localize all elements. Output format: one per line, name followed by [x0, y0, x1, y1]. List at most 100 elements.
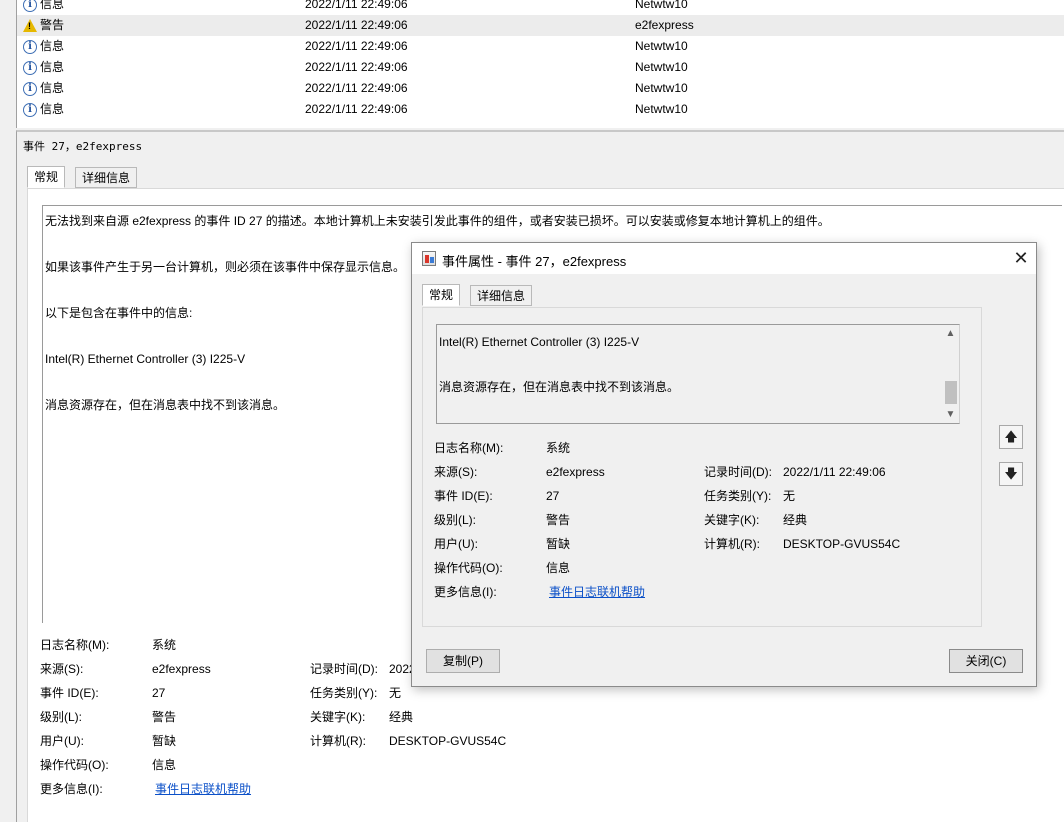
date-cell: 2022/1/11 22:49:06: [305, 102, 408, 116]
log-name-value: 系统: [152, 638, 177, 652]
arrow-up-icon: 🡅: [1004, 429, 1018, 444]
next-event-button[interactable]: 🡇: [999, 462, 1023, 486]
dialog-general-panel: Intel(R) Ethernet Controller (3) I225-V …: [422, 307, 982, 627]
dialog-titlebar[interactable]: 事件属性 - 事件 27，e2fexpress ✕: [412, 243, 1036, 274]
source-value: e2fexpress: [152, 662, 211, 676]
previous-event-button[interactable]: 🡅: [999, 425, 1023, 449]
log-name-label: 日志名称(M):: [40, 638, 110, 652]
task-label: 任务类别(Y):: [310, 686, 378, 700]
keywords-label: 关键字(K):: [310, 710, 366, 724]
scroll-thumb[interactable]: [945, 381, 957, 404]
date-cell: 2022/1/11 22:49:06: [305, 60, 408, 74]
dialog-user-value[interactable]: 暂缺: [546, 534, 570, 554]
user-value: 暂缺: [152, 734, 177, 748]
event-viewer-icon: [422, 251, 436, 266]
info-icon: i: [23, 39, 37, 54]
dialog-title: 事件属性 - 事件 27，e2fexpress: [442, 254, 627, 269]
online-help-link[interactable]: 事件日志联机帮助: [155, 779, 251, 799]
dialog-logged-label: 记录时间(D):: [704, 465, 772, 479]
dialog-level-label: 级别(L):: [434, 513, 477, 527]
event-row[interactable]: i 信息 2022/1/11 22:49:06 Netwtw10: [17, 0, 1064, 15]
source-label: 来源(S):: [40, 662, 84, 676]
dialog-log-name-label: 日志名称(M):: [434, 441, 504, 455]
level-value: 警告: [152, 710, 177, 724]
close-button[interactable]: 关闭(C): [949, 649, 1023, 673]
tab-general[interactable]: 常规: [27, 166, 66, 188]
info-icon: i: [23, 60, 37, 75]
level-text: 信息: [40, 60, 65, 74]
event-id-label: 事件 ID(E):: [40, 686, 99, 700]
dialog-tab-details[interactable]: 详细信息: [470, 285, 533, 306]
date-cell: 2022/1/11 22:49:06: [305, 18, 408, 32]
computer-label: 计算机(R):: [310, 734, 366, 748]
logged-label: 记录时间(D):: [310, 662, 378, 676]
event-row-selected[interactable]: 警告 2022/1/11 22:49:06 e2fexpress: [17, 15, 1064, 36]
dialog-logged-value[interactable]: 2022/1/11 22:49:06: [783, 462, 886, 482]
dialog-keywords-value[interactable]: 经典: [783, 510, 807, 530]
level-text: 警告: [40, 18, 65, 32]
description-line: 无法找到来自源 e2fexpress 的事件 ID 27 的描述。本地计算机上未…: [45, 214, 830, 228]
source-cell: Netwtw10: [635, 60, 688, 74]
dialog-description-line: 消息资源存在，但在消息表中找不到该消息。: [439, 380, 680, 394]
dialog-level-value[interactable]: 警告: [546, 510, 570, 530]
dialog-computer-value[interactable]: DESKTOP-GVUS54C: [783, 534, 900, 554]
vertical-scrollbar[interactable]: ▲ ▼: [942, 325, 959, 423]
copy-button[interactable]: 复制(P): [426, 649, 500, 673]
tab-details[interactable]: 详细信息: [75, 167, 138, 188]
level-label: 级别(L):: [40, 710, 83, 724]
level-text: 信息: [40, 81, 65, 95]
source-cell: Netwtw10: [635, 102, 688, 116]
dialog-event-id-label: 事件 ID(E):: [434, 489, 493, 503]
dialog-source-label: 来源(S):: [434, 465, 478, 479]
level-text: 信息: [40, 102, 65, 116]
dialog-more-info-label: 更多信息(I):: [434, 585, 497, 599]
dialog-tab-general[interactable]: 常规: [422, 284, 461, 306]
level-text: 信息: [40, 0, 65, 11]
dialog-event-id-value[interactable]: 27: [546, 486, 559, 506]
level-cell: i 信息: [23, 0, 64, 15]
date-cell: 2022/1/11 22:49:06: [305, 39, 408, 53]
level-cell: i 信息: [23, 57, 64, 78]
date-cell: 2022/1/11 22:49:06: [305, 81, 408, 95]
dialog-log-name-value[interactable]: 系统: [546, 438, 570, 458]
task-value: 无: [389, 686, 402, 700]
source-cell: Netwtw10: [635, 39, 688, 53]
keywords-value: 经典: [389, 710, 414, 724]
event-row[interactable]: i 信息 2022/1/11 22:49:06 Netwtw10: [17, 36, 1064, 57]
dialog-task-value[interactable]: 无: [783, 486, 795, 506]
dialog-online-help-link[interactable]: 事件日志联机帮助: [549, 582, 645, 602]
scroll-down-arrow-icon[interactable]: ▼: [942, 406, 959, 423]
opcode-label: 操作代码(O):: [40, 758, 109, 772]
scroll-up-arrow-icon[interactable]: ▲: [942, 325, 959, 342]
user-label: 用户(U):: [40, 734, 84, 748]
source-cell: e2fexpress: [635, 18, 694, 32]
event-id-value: 27: [152, 686, 166, 700]
event-row[interactable]: i 信息 2022/1/11 22:49:06 Netwtw10: [17, 78, 1064, 99]
dialog-task-label: 任务类别(Y):: [704, 489, 772, 503]
dialog-description-box[interactable]: Intel(R) Ethernet Controller (3) I225-V …: [436, 324, 960, 424]
event-row[interactable]: i 信息 2022/1/11 22:49:06 Netwtw10: [17, 57, 1064, 78]
level-text: 信息: [40, 39, 65, 53]
close-icon[interactable]: ✕: [1006, 243, 1036, 274]
dialog-source-value[interactable]: e2fexpress: [546, 462, 605, 482]
warning-icon: [23, 19, 37, 32]
source-cell: Netwtw10: [635, 0, 688, 11]
opcode-value: 信息: [152, 758, 177, 772]
level-cell: i 信息: [23, 99, 64, 120]
details-title: 事件 27，e2fexpress: [23, 140, 143, 153]
level-cell: 警告: [23, 15, 64, 36]
event-list[interactable]: i信息 2022/1/11 22:49:06 Netwtw10 警告 2022/…: [16, 0, 1064, 128]
dialog-computer-label: 计算机(R):: [704, 537, 760, 551]
dialog-keywords-label: 关键字(K):: [704, 513, 760, 527]
dialog-user-label: 用户(U):: [434, 537, 478, 551]
level-cell: i 信息: [23, 78, 64, 99]
date-cell: 2022/1/11 22:49:06: [305, 0, 408, 11]
source-cell: Netwtw10: [635, 81, 688, 95]
event-row[interactable]: i 信息 2022/1/11 22:49:06 Netwtw10: [17, 99, 1064, 120]
dialog-description-line: Intel(R) Ethernet Controller (3) I225-V: [439, 335, 640, 349]
arrow-down-icon: 🡇: [1004, 466, 1018, 481]
more-info-label: 更多信息(I):: [40, 782, 103, 796]
dialog-opcode-value[interactable]: 信息: [546, 558, 570, 578]
info-icon: i: [23, 81, 37, 96]
event-properties-dialog: 事件属性 - 事件 27，e2fexpress ✕ 常规 详细信息 Intel(…: [411, 242, 1037, 687]
